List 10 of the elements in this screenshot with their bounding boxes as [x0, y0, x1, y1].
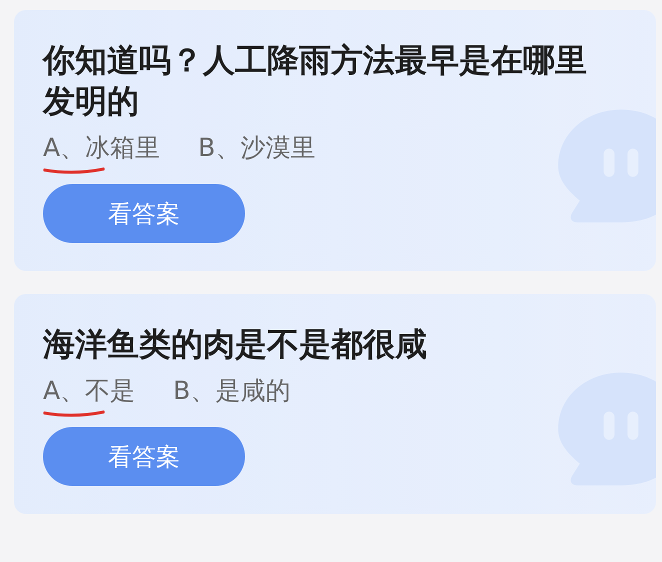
- answer-option: B、是咸的: [173, 373, 290, 419]
- underline-mark: [43, 409, 105, 419]
- question-text: 海洋鱼类的肉是不是都很咸: [43, 324, 428, 365]
- show-answer-button[interactable]: 看答案: [43, 427, 245, 486]
- underline-mark: [43, 166, 105, 176]
- answer-option: A、冰箱里: [43, 130, 160, 176]
- answer-option: A、不是: [43, 373, 136, 419]
- question-text: 你知道吗？人工降雨方法最早是在哪里发明的: [43, 40, 588, 122]
- answer-option: B、沙漠里: [198, 130, 316, 176]
- show-answer-button[interactable]: 看答案: [43, 184, 245, 243]
